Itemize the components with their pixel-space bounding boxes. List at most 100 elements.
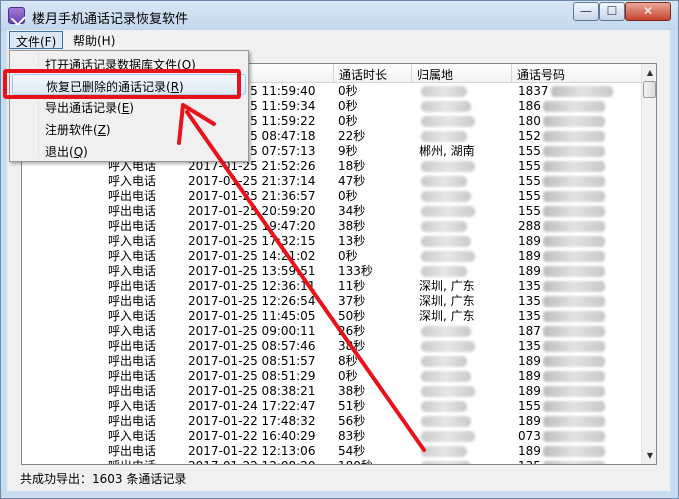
call-number: 186 bbox=[518, 99, 638, 114]
call-number: 155 bbox=[518, 189, 638, 204]
call-time: 2017-01-25 20:59:20 bbox=[188, 204, 316, 218]
location-text: 深圳, 广东 bbox=[419, 279, 475, 293]
redacted-number bbox=[542, 251, 605, 262]
call-type: 呼出电话 bbox=[108, 444, 157, 458]
table-row[interactable]: 呼出电话 2017-01-22 17:48:32 56秒 189 bbox=[22, 414, 641, 429]
table-row[interactable]: 呼出电话 2017-01-25 08:38:21 38秒 189 bbox=[22, 384, 641, 399]
redacted-number bbox=[542, 146, 605, 157]
table-row[interactable]: 呼出电话 2017-01-25 12:26:54 37秒 深圳, 广东 135 bbox=[22, 294, 641, 309]
menu-help[interactable]: 帮助(H) bbox=[67, 31, 121, 49]
number-prefix: 152 bbox=[518, 129, 541, 143]
call-duration: 133秒 bbox=[338, 264, 373, 278]
close-button[interactable]: ✕ bbox=[625, 2, 671, 21]
call-duration: 37秒 bbox=[338, 294, 366, 308]
menu-open-database[interactable]: 打开通话记录数据库文件(O) bbox=[12, 53, 246, 74]
call-location bbox=[419, 399, 515, 414]
vertical-scrollbar[interactable]: ▲ ▼ bbox=[641, 64, 656, 464]
number-prefix: 135 bbox=[518, 294, 541, 308]
menu-recover-deleted[interactable]: 恢复已删除的通话记录(R) bbox=[12, 74, 246, 95]
menu-file[interactable]: 文件(F) bbox=[9, 31, 64, 49]
maximize-button[interactable]: ☐ bbox=[599, 2, 625, 21]
call-location bbox=[419, 459, 515, 464]
table-row[interactable]: 呼入电话 2017-01-25 13:59:51 133秒 189 bbox=[22, 264, 641, 279]
call-number: 135 bbox=[518, 279, 638, 294]
redacted-number bbox=[542, 446, 605, 457]
table-row[interactable]: 呼出电话 2017-01-25 20:59:20 34秒 155 bbox=[22, 204, 641, 219]
table-row[interactable]: 呼入电话 2017-01-25 09:00:11 26秒 187 bbox=[22, 324, 641, 339]
table-row[interactable]: 呼出电话 2017-01-25 12:36:11 11秒 深圳, 广东 135 bbox=[22, 279, 641, 294]
minimize-button[interactable]: — bbox=[573, 2, 599, 21]
table-row[interactable]: 呼出电话 2017-01-25 19:47:20 38秒 288 bbox=[22, 219, 641, 234]
call-duration: 180秒 bbox=[338, 459, 412, 464]
table-row[interactable]: 呼出电话 2017-01-25 08:57:46 38秒 135 bbox=[22, 339, 641, 354]
call-duration: 0秒 bbox=[338, 114, 358, 128]
call-duration: 54秒 bbox=[338, 444, 366, 458]
table-row[interactable]: 呼入电话 2017-01-25 11:45:05 50秒 深圳, 广东 135 bbox=[22, 309, 641, 324]
minimize-icon: — bbox=[580, 4, 592, 18]
call-time: 2017-01-25 12:36:11 bbox=[188, 279, 316, 293]
title-bar[interactable]: 楼月手机通话记录恢复软件 — ☐ ✕ bbox=[1, 1, 678, 31]
call-number: 189 bbox=[518, 384, 638, 399]
call-type: 呼出电话 bbox=[108, 339, 157, 353]
scroll-up-arrow-icon[interactable]: ▲ bbox=[642, 64, 656, 81]
header-duration[interactable]: 通话时长 bbox=[334, 64, 412, 83]
location-text: 深圳, 广东 bbox=[419, 294, 475, 308]
table-row[interactable]: 呼出电话 2017-01-25 08:51:29 0秒 189 bbox=[22, 369, 641, 384]
call-location bbox=[419, 264, 515, 279]
header-number[interactable]: 通话号码 bbox=[512, 64, 641, 83]
app-phone-icon bbox=[8, 7, 25, 24]
table-row[interactable]: 呼出电话 2017-01-25 08:51:57 8秒 189 bbox=[22, 354, 641, 369]
call-time: 2017-01-25 12:26:54 bbox=[188, 294, 316, 308]
redacted-location bbox=[421, 401, 467, 412]
call-location bbox=[419, 414, 515, 429]
number-prefix: 1837 bbox=[518, 84, 549, 98]
number-prefix: 135 bbox=[518, 309, 541, 323]
number-prefix: 189 bbox=[518, 444, 541, 458]
call-number: 189 bbox=[518, 249, 638, 264]
call-location: 郴州, 湖南 bbox=[419, 144, 515, 159]
call-location bbox=[419, 204, 515, 219]
menu-export-records[interactable]: 导出通话记录(E) bbox=[12, 96, 246, 117]
redacted-location bbox=[421, 416, 471, 427]
call-type: 呼出电话 bbox=[108, 294, 157, 308]
call-time: 2017-01-22 17:48:32 bbox=[188, 414, 316, 428]
redacted-number bbox=[542, 341, 605, 352]
call-type: 呼入电话 bbox=[108, 249, 157, 263]
call-time: 2017-01-25 21:36:57 bbox=[188, 189, 316, 203]
header-location[interactable]: 归属地 bbox=[412, 64, 512, 83]
table-row[interactable]: 呼入电话 2017-01-24 17:22:47 51秒 155 bbox=[22, 399, 641, 414]
call-type: 呼入电话 bbox=[108, 399, 157, 413]
redacted-number bbox=[542, 131, 605, 142]
table-row[interactable]: 呼入电话 2017-01-25 14:21:02 0秒 189 bbox=[22, 249, 641, 264]
scroll-down-arrow-icon[interactable]: ▼ bbox=[642, 447, 656, 464]
call-number: 135 bbox=[518, 309, 638, 324]
table-row[interactable]: 呼入电话 2017-01-22 16:40:29 83秒 073 bbox=[22, 429, 641, 444]
redacted-location bbox=[421, 206, 475, 217]
number-prefix: 288 bbox=[518, 219, 541, 233]
call-time: 2017-01-25 11:45:05 bbox=[188, 309, 316, 323]
redacted-number bbox=[542, 161, 605, 172]
call-duration: 0秒 bbox=[338, 369, 358, 383]
menu-register[interactable]: 注册软件(Z) bbox=[12, 118, 246, 139]
number-prefix: 135 bbox=[518, 459, 541, 464]
redacted-location bbox=[421, 386, 475, 397]
table-row[interactable]: 呼入电话 2017-01-25 21:37:14 47秒 155 bbox=[22, 174, 641, 189]
scroll-thumb[interactable] bbox=[643, 81, 656, 98]
table-row[interactable]: 呼出电话2017-01-22 12:08:20 180秒 135 bbox=[22, 459, 641, 464]
call-duration: 8秒 bbox=[338, 354, 358, 368]
table-row[interactable]: 呼出电话 2017-01-22 12:13:06 54秒 189 bbox=[22, 444, 641, 459]
table-row[interactable]: 呼入电话 2017-01-25 17:32:15 13秒 189 bbox=[22, 234, 641, 249]
redacted-number bbox=[542, 191, 605, 202]
call-time: 2017-01-25 09:00:11 bbox=[188, 324, 316, 338]
call-type: 呼出电话 bbox=[108, 414, 157, 428]
call-type: 呼入电话 bbox=[108, 324, 157, 338]
table-row[interactable]: 呼出电话 2017-01-25 21:36:57 0秒 155 bbox=[22, 189, 641, 204]
call-location bbox=[419, 249, 515, 264]
call-type: 呼出电话 bbox=[108, 369, 157, 383]
call-location bbox=[419, 384, 515, 399]
call-number: 189 bbox=[518, 369, 638, 384]
call-number: 180 bbox=[518, 114, 638, 129]
redacted-location bbox=[421, 176, 467, 187]
menu-exit[interactable]: 退出(Q) bbox=[12, 140, 246, 161]
number-prefix: 135 bbox=[518, 279, 541, 293]
